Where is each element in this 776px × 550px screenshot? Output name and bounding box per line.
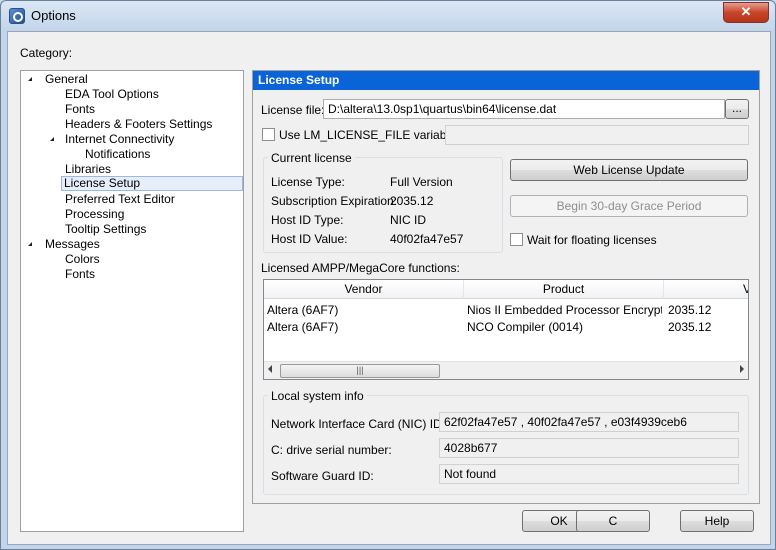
table-cell-product: NCO Compiler (0014) <box>467 320 584 334</box>
cancel-button[interactable]: C <box>576 510 650 532</box>
tree-item-internet-connectivity[interactable]: Internet Connectivity <box>63 132 176 147</box>
tree-item-license-setup[interactable]: License Setup <box>61 176 243 191</box>
host-id-value: 40f02fa47e57 <box>390 232 464 246</box>
dialog-client: Category: General EDA Tool Options Fonts… <box>7 31 771 545</box>
options-window: Options ✕ Category: General EDA Tool Opt… <box>0 0 776 550</box>
host-id-value-label: Host ID Value: <box>271 232 348 246</box>
host-id-type-label: Host ID Type: <box>271 213 344 227</box>
license-type-label: License Type: <box>271 175 345 189</box>
current-license-title: Current license <box>268 151 355 165</box>
expand-arrow-icon[interactable] <box>28 242 32 246</box>
license-file-input[interactable]: D:\altera\13.0sp1\quartus\bin64\license.… <box>323 99 725 119</box>
wait-floating-label: Wait for floating licenses <box>527 233 657 247</box>
c-drive-serial-field: 4028b677 <box>439 438 739 458</box>
column-vendor[interactable]: Vendor <box>264 280 464 299</box>
close-button[interactable]: ✕ <box>723 2 769 23</box>
category-tree[interactable]: General EDA Tool Options Fonts Headers &… <box>20 70 244 532</box>
tree-item-general[interactable]: General <box>43 72 90 87</box>
tree-item-notifications[interactable]: Notifications <box>83 147 152 162</box>
browse-button[interactable]: ... <box>725 99 749 119</box>
tree-item-preferred-text-editor[interactable]: Preferred Text Editor <box>63 192 177 207</box>
software-guard-label: Software Guard ID: <box>271 469 374 483</box>
table-cell-vendor: Altera (6AF7) <box>267 320 339 334</box>
license-file-label: License file: <box>261 103 325 117</box>
lm-license-input[interactable] <box>445 125 749 145</box>
scroll-left-icon[interactable] <box>268 365 272 373</box>
table-cell-vendor: Altera (6AF7) <box>267 303 339 317</box>
tree-item-processing[interactable]: Processing <box>63 207 126 222</box>
tree-item-headers-footers[interactable]: Headers & Footers Settings <box>63 117 214 132</box>
web-license-update-button[interactable]: Web License Update <box>510 159 748 181</box>
category-label: Category: <box>20 46 73 60</box>
table-cell-product: Nios II Embedded Processor Encrypte... <box>467 303 662 317</box>
help-button[interactable]: Help <box>680 510 754 532</box>
title-bar[interactable]: Options ✕ <box>1 1 775 31</box>
expand-arrow-icon[interactable] <box>28 77 32 81</box>
tree-item-messages[interactable]: Messages <box>43 237 102 252</box>
tree-item-colors[interactable]: Colors <box>63 252 102 267</box>
license-type-value: Full Version <box>390 175 453 189</box>
scroll-thumb[interactable]: ||| <box>280 364 440 378</box>
use-lm-license-checkbox[interactable] <box>262 128 275 141</box>
wait-floating-checkbox[interactable] <box>510 233 523 246</box>
c-drive-serial-label: C: drive serial number: <box>271 443 392 457</box>
app-icon <box>9 8 25 24</box>
subscription-expiration-value: 2035.12 <box>390 194 434 208</box>
panel-header: License Setup <box>253 71 759 90</box>
host-id-type-value: NIC ID <box>390 213 426 227</box>
subscription-expiration-label: Subscription Expiration: <box>271 194 398 208</box>
horizontal-scrollbar[interactable]: ||| <box>264 361 748 379</box>
nic-id-label: Network Interface Card (NIC) ID: <box>271 417 446 431</box>
software-guard-field: Not found <box>439 464 739 484</box>
tree-item-libraries[interactable]: Libraries <box>63 162 113 177</box>
column-version[interactable]: V <box>664 280 748 299</box>
ampp-functions-table[interactable]: Vendor Product V Altera (6AF7) Nios II E… <box>263 279 749 380</box>
tree-item-messages-fonts[interactable]: Fonts <box>63 267 97 282</box>
window-title: Options <box>31 8 76 23</box>
grace-period-button[interactable]: Begin 30-day Grace Period <box>510 195 748 217</box>
local-system-info-title: Local system info <box>268 389 367 403</box>
scroll-right-icon[interactable] <box>740 365 744 373</box>
use-lm-license-label: Use LM_LICENSE_FILE variable: <box>279 128 460 142</box>
table-cell-version: 2035.12 <box>668 303 712 317</box>
ampp-label: Licensed AMPP/MegaCore functions: <box>261 261 460 275</box>
nic-id-field: 62f02fa47e57 , 40f02fa47e57 , e03f4939ce… <box>439 412 739 432</box>
tree-item-tooltip-settings[interactable]: Tooltip Settings <box>63 222 148 237</box>
tree-item-fonts[interactable]: Fonts <box>63 102 97 117</box>
column-product[interactable]: Product <box>464 280 664 299</box>
table-cell-version: 2035.12 <box>668 320 712 334</box>
expand-arrow-icon[interactable] <box>50 137 54 141</box>
tree-item-eda-tool-options[interactable]: EDA Tool Options <box>63 87 161 102</box>
license-setup-panel: License Setup License file: D:\altera\13… <box>252 70 760 504</box>
